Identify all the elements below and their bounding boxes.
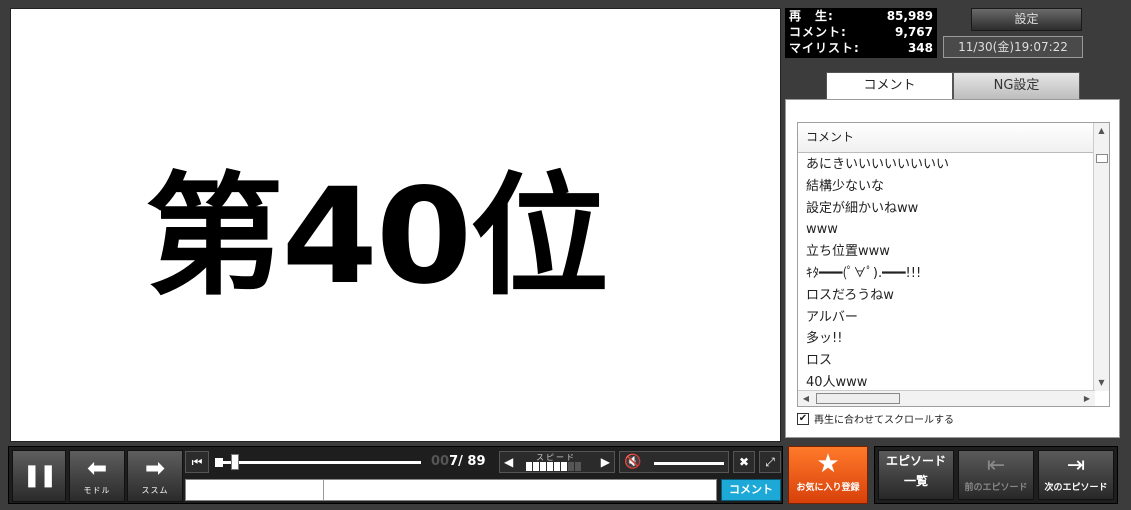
speed-down-icon[interactable]: ◀ — [504, 452, 513, 472]
stat-label: マイリスト: — [789, 41, 860, 55]
volume-control: 🔇 — [619, 451, 729, 473]
volume-slider[interactable] — [654, 462, 724, 465]
stats-panel: 再 生: 85,989 コメント: 9,767 マイリスト: 348 — [785, 8, 937, 58]
seek-row: ⏮ 007/ 89 ◀ スピード ▶ 🔇 ✖ ⤢ — [185, 451, 781, 473]
time-current: 7 — [449, 454, 459, 469]
list-item[interactable]: あにきいいいいいいいい — [806, 154, 1109, 176]
fullscreen-button[interactable]: ⤢ — [759, 451, 781, 473]
mute-icon[interactable]: 🔇 — [624, 452, 641, 472]
scroll-down-icon[interactable]: ▼ — [1094, 375, 1109, 391]
comment-input-row — [185, 479, 717, 501]
settings-button[interactable]: 設定 — [971, 8, 1082, 31]
tab-ng-settings[interactable]: NG設定 — [953, 72, 1080, 100]
tab-comment[interactable]: コメント — [826, 72, 953, 100]
stat-mylist: マイリスト: 348 — [789, 41, 933, 56]
time-display: 007/ 89 — [431, 451, 486, 473]
close-icon: ✖ — [738, 455, 750, 469]
list-item[interactable]: www — [806, 219, 1109, 241]
stat-value: 348 — [907, 41, 933, 55]
video-player[interactable]: 第40位 — [10, 8, 781, 442]
prev-episode-label: 前のエピソード — [964, 483, 1028, 493]
skip-start-icon: ⏮ — [191, 455, 203, 469]
prev-episode-icon: ⇤ — [986, 453, 1006, 478]
list-item[interactable]: ｷﾀ━━━(ﾟ∀ﾟ).━━━!!! — [806, 263, 1109, 285]
scroll-checkbox-label: 再生に合わせてスクロールする — [814, 415, 954, 426]
time-prefix: 00 — [431, 454, 450, 469]
list-item[interactable]: 立ち位置www — [806, 241, 1109, 263]
comment-items: あにきいいいいいいいい 結構少ないな 設定が細かいねww www 立ち位置www… — [798, 153, 1109, 394]
stat-label: コメント: — [789, 25, 847, 39]
episode-list-label: 一覧 — [903, 474, 928, 488]
forward-button[interactable]: ➡ ススム — [127, 450, 183, 502]
comment-input[interactable] — [324, 480, 716, 500]
arrow-right-icon: ➡ — [144, 454, 166, 482]
skip-to-start-button[interactable]: ⏮ — [185, 451, 209, 473]
scroll-left-icon[interactable]: ◀ — [798, 391, 814, 406]
pause-button[interactable]: ❚❚ — [12, 450, 66, 502]
seek-bar[interactable] — [221, 461, 421, 464]
arrow-left-icon: ⬅ — [86, 454, 108, 482]
next-episode-button[interactable]: ⇥ 次のエピソード — [1038, 450, 1114, 500]
video-frame-text: 第40位 — [144, 159, 609, 314]
vertical-scrollbar[interactable]: ▲ ▼ — [1093, 123, 1109, 391]
next-episode-icon: ⇥ — [1066, 453, 1086, 478]
panel-tabs: コメント NG設定 — [826, 72, 1080, 100]
fullscreen-icon: ⤢ — [765, 455, 775, 469]
stat-views: 再 生: 85,989 — [789, 9, 933, 24]
list-item[interactable]: 設定が細かいねww — [806, 198, 1109, 220]
episode-list-label: エピソード — [885, 454, 946, 468]
episode-list-button[interactable]: エピソード 一覧 — [878, 450, 954, 500]
star-icon: ★ — [816, 449, 840, 479]
forward-label: ススム — [141, 486, 169, 495]
scroll-thumb[interactable] — [1096, 154, 1108, 163]
comment-toggle-button[interactable]: ✖ — [733, 451, 755, 473]
next-episode-label: 次のエピソード — [1044, 483, 1108, 493]
pause-icon: ❚❚ — [22, 463, 58, 488]
back-label: モドル — [83, 486, 111, 495]
stat-comments: コメント: 9,767 — [789, 25, 933, 40]
scroll-up-icon[interactable]: ▲ — [1094, 123, 1109, 139]
stat-value: 85,989 — [886, 9, 933, 23]
list-item[interactable]: ロスだろうねw — [806, 285, 1109, 307]
back-button[interactable]: ⬅ モドル — [69, 450, 125, 502]
list-item[interactable]: ロス — [806, 350, 1109, 372]
list-item[interactable]: アルバー — [806, 307, 1109, 329]
episode-controls: エピソード 一覧 ⇤ 前のエピソード ⇥ 次のエピソード — [874, 446, 1118, 504]
player-controls: ❚❚ ⬅ モドル ➡ ススム ⏮ 007/ 89 ◀ スピード ▶ 🔇 ✖ ⤢ … — [8, 446, 783, 504]
list-item[interactable]: 多ッ!! — [806, 328, 1109, 350]
scroll-right-icon[interactable]: ▶ — [1079, 391, 1095, 406]
stat-value: 9,767 — [895, 25, 933, 39]
datetime-display: 11/30(金)19:07:22 — [943, 36, 1083, 58]
speed-meter — [526, 462, 581, 471]
prev-episode-button[interactable]: ⇤ 前のエピソード — [958, 450, 1034, 500]
comment-panel: コメント あにきいいいいいいいい 結構少ないな 設定が細かいねww www 立ち… — [785, 99, 1120, 438]
scroll-track[interactable] — [814, 391, 1079, 406]
stat-label: 再 生: — [789, 9, 834, 23]
favorite-button[interactable]: ★ お気に入り登録 — [788, 446, 868, 504]
comment-list-header[interactable]: コメント — [798, 123, 1093, 153]
scroll-checkbox[interactable]: ✔ — [797, 412, 809, 425]
scroll-with-playback-option[interactable]: ✔ 再生に合わせてスクロールする — [797, 411, 954, 426]
speed-control: ◀ スピード ▶ — [499, 451, 615, 473]
time-total: / 89 — [458, 454, 486, 469]
comment-list[interactable]: コメント あにきいいいいいいいい 結構少ないな 設定が細かいねww www 立ち… — [797, 122, 1110, 407]
scroll-thumb[interactable] — [816, 393, 900, 404]
seek-handle[interactable] — [231, 454, 239, 470]
list-item[interactable]: 結構少ないな — [806, 176, 1109, 198]
favorite-label: お気に入り登録 — [796, 483, 860, 493]
command-input[interactable] — [186, 480, 324, 500]
comment-submit-button[interactable]: コメント — [721, 479, 781, 501]
speed-up-icon[interactable]: ▶ — [601, 452, 610, 472]
horizontal-scrollbar[interactable]: ◀ ▶ — [798, 390, 1095, 406]
